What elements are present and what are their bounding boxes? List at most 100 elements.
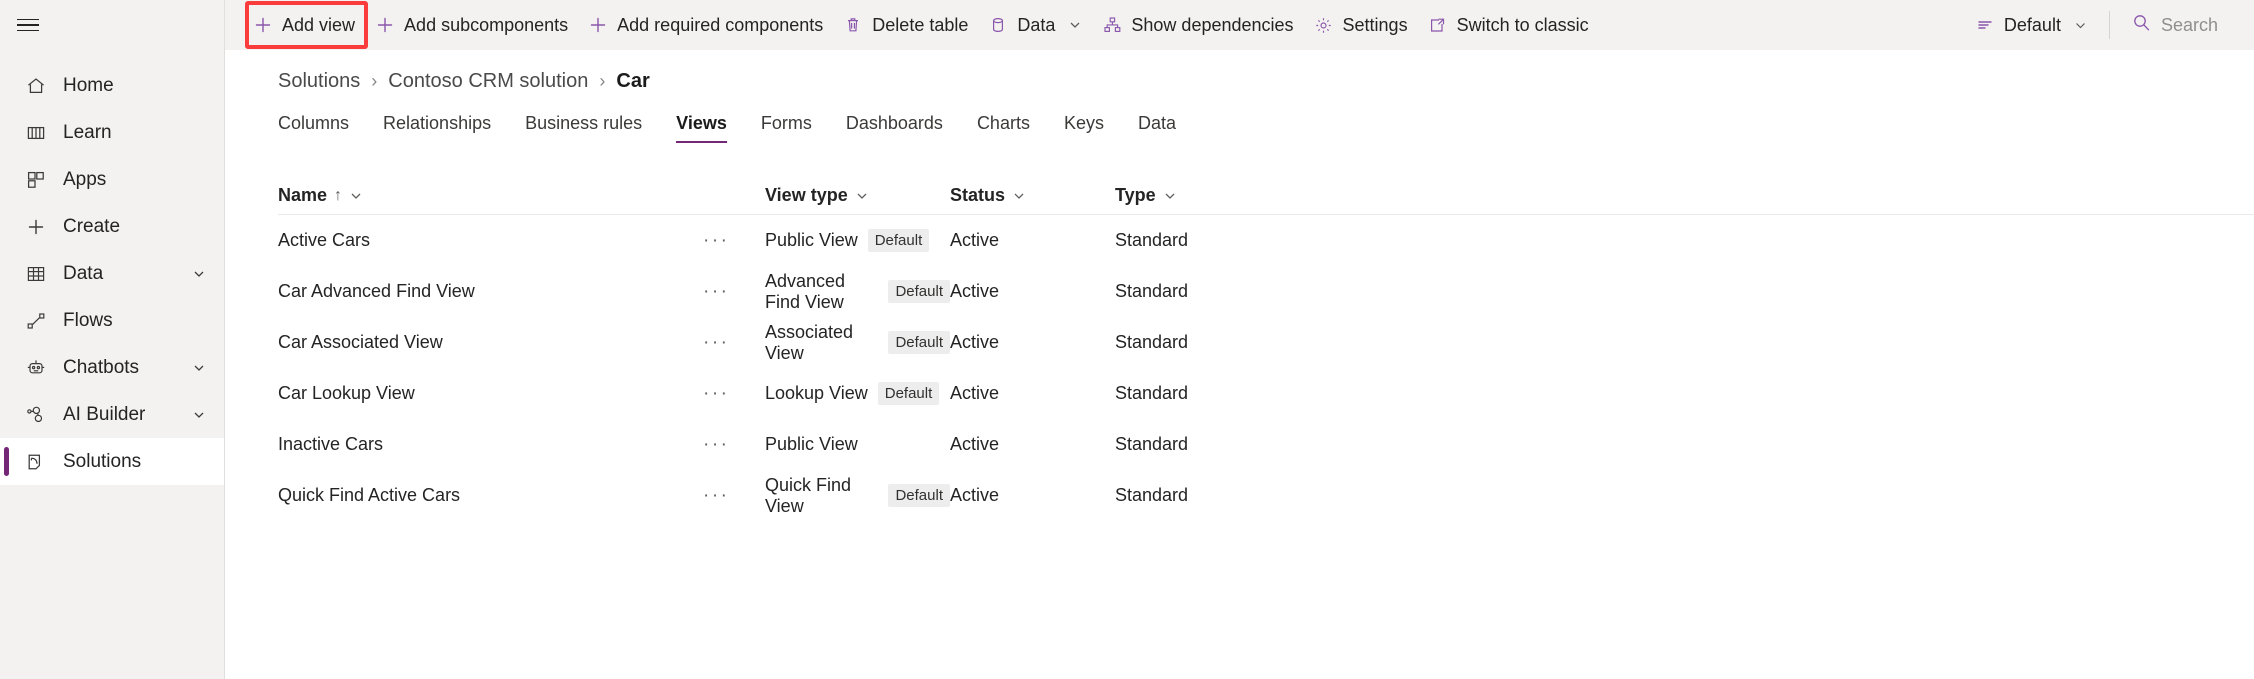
- sort-ascending-icon: ↑: [334, 187, 342, 205]
- cell-row-menu[interactable]: ···: [703, 485, 765, 507]
- chevron-down-icon[interactable]: [192, 267, 206, 281]
- chevron-down-icon[interactable]: [855, 189, 869, 203]
- tab-dashboards[interactable]: Dashboards: [829, 113, 960, 143]
- cell-name[interactable]: Car Associated View: [278, 332, 703, 353]
- tab-charts[interactable]: Charts: [960, 113, 1047, 143]
- database-icon: [988, 15, 1008, 35]
- cell-type: Standard: [1115, 332, 1315, 353]
- table-row[interactable]: Car Advanced Find View··· Advanced Find V…: [278, 266, 2254, 317]
- command-add-required-components[interactable]: Add required components: [578, 4, 833, 46]
- plus-icon: [588, 15, 608, 35]
- more-options-icon[interactable]: ···: [703, 485, 729, 507]
- cell-name[interactable]: Inactive Cars: [278, 434, 703, 455]
- divider: [2109, 11, 2110, 39]
- chevron-down-icon[interactable]: [1163, 189, 1177, 203]
- tab-relationships[interactable]: Relationships: [366, 113, 508, 143]
- column-header-status[interactable]: Status: [950, 185, 1115, 206]
- chevron-down-icon[interactable]: [192, 408, 206, 422]
- search-button[interactable]: Search: [2122, 4, 2228, 46]
- table-row[interactable]: Active Cars··· Public ViewDefaultActive St…: [278, 215, 2254, 266]
- command-delete-table[interactable]: Delete table: [833, 4, 978, 46]
- cell-view-type: Lookup ViewDefault: [765, 382, 950, 405]
- view-name: Car Lookup View: [278, 383, 415, 404]
- tab-data[interactable]: Data: [1121, 113, 1193, 143]
- type-label: Standard: [1115, 332, 1188, 353]
- table-row[interactable]: Quick Find Active Cars···Quick Find View…: [278, 470, 2254, 521]
- sidebar-item-ai-builder[interactable]: AI Builder: [0, 391, 224, 438]
- more-options-icon[interactable]: ···: [703, 230, 729, 252]
- sidebar-item-label: Home: [63, 75, 224, 97]
- sidebar-item-create[interactable]: Create: [0, 203, 224, 250]
- status-label: Active: [950, 434, 999, 455]
- table-header-cell: Type: [1115, 185, 1315, 206]
- tab-views[interactable]: Views: [659, 113, 744, 143]
- command-add-view[interactable]: Add view: [243, 4, 365, 46]
- command-show-dependencies[interactable]: Show dependencies: [1092, 4, 1303, 46]
- more-options-icon[interactable]: ···: [703, 281, 729, 303]
- hamburger-icon[interactable]: [17, 12, 43, 38]
- table-header-row: Name ↑ View typeStatus Type: [278, 177, 2254, 215]
- cell-row-menu[interactable]: ···: [703, 332, 765, 354]
- status-label: Active: [950, 230, 999, 251]
- cell-name[interactable]: Car Lookup View: [278, 383, 703, 404]
- cell-row-menu[interactable]: ···: [703, 230, 765, 252]
- sidebar-item-flows[interactable]: Flows: [0, 297, 224, 344]
- column-header-view-type[interactable]: View type: [765, 185, 950, 206]
- command-buttons: Add view Add subcomponents Add required co…: [225, 0, 2254, 50]
- apps-grid-icon: [23, 167, 49, 193]
- app-body: HomeLearnAppsCreateDataFlowsChatbotsAI B…: [0, 50, 2254, 679]
- sidebar-item-apps[interactable]: Apps: [0, 156, 224, 203]
- tab-forms[interactable]: Forms: [744, 113, 829, 143]
- tab-columns[interactable]: Columns: [278, 113, 366, 143]
- robot-icon: [23, 355, 49, 381]
- command-data[interactable]: Data: [978, 4, 1092, 46]
- tab-keys[interactable]: Keys: [1047, 113, 1121, 143]
- command-settings[interactable]: Settings: [1304, 4, 1418, 46]
- type-label: Standard: [1115, 281, 1188, 302]
- table-row[interactable]: Car Lookup View···Lookup ViewDefaultActi…: [278, 368, 2254, 419]
- breadcrumb-link[interactable]: Solutions: [278, 70, 360, 93]
- more-options-icon[interactable]: ···: [703, 383, 729, 405]
- table-row[interactable]: Car Associated View···Associated ViewDef…: [278, 317, 2254, 368]
- cell-row-menu[interactable]: ···: [703, 383, 765, 405]
- column-header-label: Name: [278, 185, 327, 206]
- view-type-label: Advanced Find View: [765, 271, 878, 313]
- cell-name[interactable]: Quick Find Active Cars: [278, 485, 703, 506]
- command-label: Add view: [282, 15, 355, 36]
- sidebar-item-home[interactable]: Home: [0, 62, 224, 109]
- sidebar-item-chatbots[interactable]: Chatbots: [0, 344, 224, 391]
- cell-view-type: Public ViewDefault: [765, 229, 950, 252]
- cell-row-menu[interactable]: ···: [703, 281, 765, 303]
- more-options-icon[interactable]: ···: [703, 332, 729, 354]
- tab-business-rules[interactable]: Business rules: [508, 113, 659, 143]
- hierarchy-icon: [1102, 15, 1122, 35]
- type-label: Standard: [1115, 230, 1188, 251]
- cell-row-menu[interactable]: ···: [703, 434, 765, 456]
- chevron-down-icon[interactable]: [192, 361, 206, 375]
- column-header-name[interactable]: Name ↑: [278, 185, 765, 206]
- cell-view-type: Advanced Find ViewDefault: [765, 271, 950, 313]
- sidebar-item-data[interactable]: Data: [0, 250, 224, 297]
- sidebar-item-learn[interactable]: Learn: [0, 109, 224, 156]
- cell-name[interactable]: Active Cars: [278, 230, 703, 251]
- table-body: Active Cars···Public ViewDefaultActiveSt…: [278, 215, 2254, 521]
- command-add-subcomponents[interactable]: Add subcomponents: [365, 4, 578, 46]
- command-label: Add subcomponents: [404, 15, 568, 36]
- default-badge: Default: [888, 484, 950, 507]
- chevron-down-icon[interactable]: [349, 189, 363, 203]
- column-header-label: Status: [950, 185, 1005, 206]
- view-type-label: Public View: [765, 434, 858, 455]
- chevron-down-icon[interactable]: [1012, 189, 1026, 203]
- breadcrumb-link[interactable]: Contoso CRM solution: [388, 70, 588, 93]
- table-row[interactable]: Inactive Cars···Public ViewDefaultActive…: [278, 419, 2254, 470]
- command-switch-to-classic[interactable]: Switch to classic: [1418, 4, 1599, 46]
- view-selector-button[interactable]: Default: [1965, 4, 2097, 46]
- sidebar-item-solutions[interactable]: Solutions: [0, 438, 224, 485]
- more-options-icon[interactable]: ···: [703, 434, 729, 456]
- cell-name[interactable]: Car Advanced Find View: [278, 281, 703, 302]
- cell-status: Active: [950, 281, 1115, 302]
- table-icon: [23, 261, 49, 287]
- chevron-down-icon: [1068, 18, 1082, 32]
- sidebar-item-label: AI Builder: [63, 404, 192, 426]
- column-header-type[interactable]: Type: [1115, 185, 1315, 206]
